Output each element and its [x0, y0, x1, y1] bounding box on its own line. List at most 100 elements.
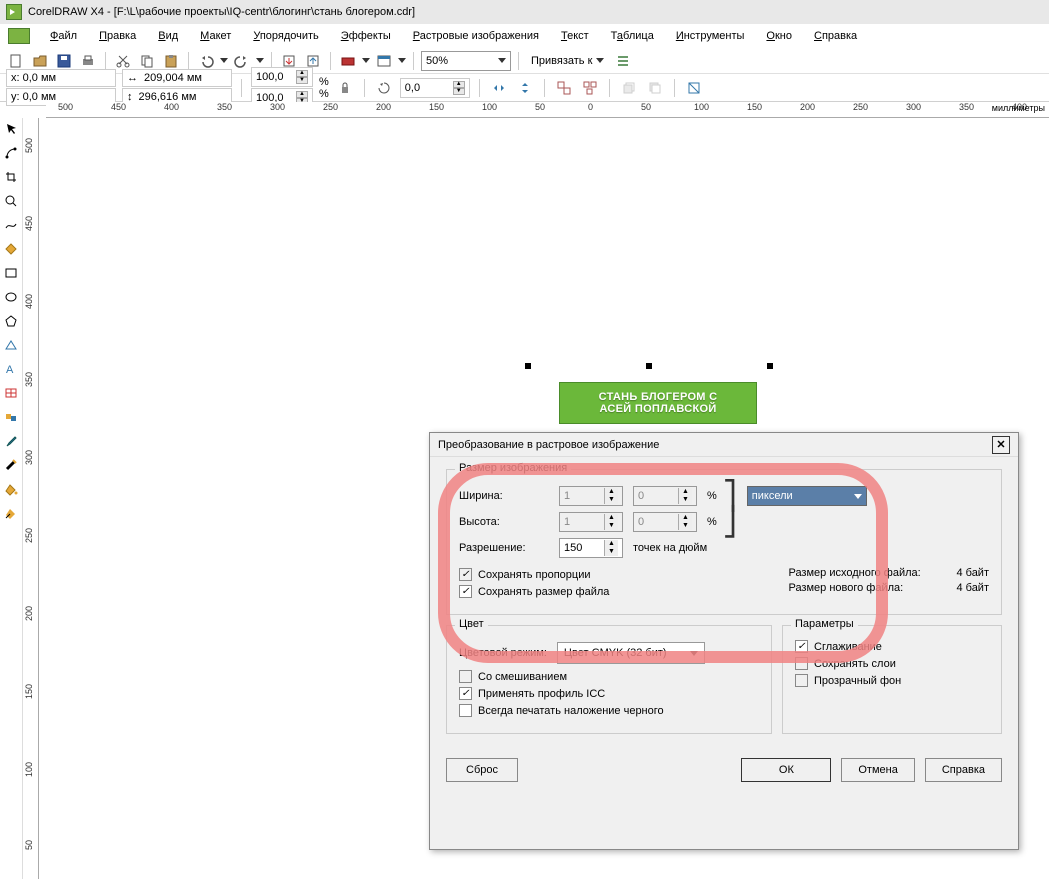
- menu-window[interactable]: Окно: [756, 27, 802, 45]
- checkbox-icon: [459, 670, 472, 683]
- checkbox-icon: [459, 704, 472, 717]
- group-legend: Размер изображения: [455, 462, 571, 474]
- x-position-field[interactable]: x: 0,0 мм: [6, 69, 116, 87]
- scale-x-field[interactable]: 100,0 ▲▼: [251, 67, 313, 87]
- cancel-button[interactable]: Отмена: [841, 758, 914, 782]
- paste-button[interactable]: [161, 51, 181, 71]
- redo-dropdown-icon[interactable]: [256, 58, 264, 63]
- fill-tool[interactable]: [2, 480, 20, 498]
- maintain-filesize-checkbox[interactable]: ✓Сохранять размер файла: [459, 585, 609, 598]
- overprint-black-checkbox[interactable]: Всегда печатать наложение черного: [459, 704, 759, 717]
- zoom-tool[interactable]: [2, 192, 20, 210]
- options-group: Параметры ✓Сглаживание Сохранять слои Пр…: [782, 625, 1002, 734]
- table-tool[interactable]: [2, 384, 20, 402]
- save-button[interactable]: [54, 51, 74, 71]
- selected-bitmap[interactable]: СТАНЬ БЛОГЕРОМ С АСЕЙ ПОПЛАВСКОЙ: [559, 382, 757, 424]
- rectangle-tool[interactable]: [2, 264, 20, 282]
- open-button[interactable]: [30, 51, 50, 71]
- spinner-icon[interactable]: ▲▼: [453, 81, 465, 95]
- basic-shapes-tool[interactable]: [2, 336, 20, 354]
- to-back-button[interactable]: [645, 78, 665, 98]
- scale-x-value: 100,0: [256, 71, 284, 83]
- welcome-button[interactable]: [374, 51, 394, 71]
- options-button[interactable]: [613, 51, 633, 71]
- outline-tool[interactable]: [2, 456, 20, 474]
- text-tool[interactable]: A: [2, 360, 20, 378]
- interactive-tool[interactable]: [2, 408, 20, 426]
- to-front-button[interactable]: [619, 78, 639, 98]
- ellipse-tool[interactable]: [2, 288, 20, 306]
- apply-icc-checkbox[interactable]: ✓Применять профиль ICC: [459, 687, 759, 700]
- shape-tool[interactable]: [2, 144, 20, 162]
- pick-tool[interactable]: [2, 120, 20, 138]
- reset-button[interactable]: Сброс: [446, 758, 518, 782]
- new-size-label: Размер нового файла:: [788, 582, 948, 594]
- dialog-titlebar: Преобразование в растровое изображение ✕: [430, 433, 1018, 457]
- maintain-layers-checkbox: Сохранять слои: [795, 657, 989, 670]
- dropdown-icon: [690, 651, 698, 656]
- polygon-tool[interactable]: [2, 312, 20, 330]
- transparent-bg-checkbox: Прозрачный фон: [795, 674, 989, 687]
- launcher-dropdown-icon[interactable]: [362, 58, 370, 63]
- copy-button[interactable]: [137, 51, 157, 71]
- welcome-dropdown-icon[interactable]: [398, 58, 406, 63]
- zoom-select[interactable]: 50%: [421, 51, 511, 71]
- undo-button[interactable]: [196, 51, 216, 71]
- menu-view[interactable]: Вид: [148, 27, 188, 45]
- width-label: Ширина:: [459, 490, 549, 502]
- mirror-v-button[interactable]: [515, 78, 535, 98]
- menu-help[interactable]: Справка: [804, 27, 867, 45]
- resize-handle[interactable]: [646, 363, 652, 369]
- ungroup-button[interactable]: [554, 78, 574, 98]
- width-field[interactable]: ↔209,004 мм: [122, 69, 232, 87]
- menu-file[interactable]: Файл: [40, 27, 87, 45]
- menu-table[interactable]: Таблица: [601, 27, 664, 45]
- menu-arrange[interactable]: Упорядочить: [243, 27, 328, 45]
- title-bar: CorelDRAW X4 - [F:\L\рабочие проекты\IQ-…: [0, 0, 1049, 24]
- new-button[interactable]: [6, 51, 26, 71]
- help-button[interactable]: Справка: [925, 758, 1002, 782]
- unit-select[interactable]: пиксели: [747, 486, 867, 506]
- orig-size-label: Размер исходного файла:: [788, 567, 948, 579]
- convert-button[interactable]: [684, 78, 704, 98]
- resize-handle[interactable]: [767, 363, 773, 369]
- resize-handle[interactable]: [525, 363, 531, 369]
- resolution-field[interactable]: ▲▼: [559, 538, 623, 558]
- checkbox-label: Применять профиль ICC: [478, 688, 605, 700]
- ok-button[interactable]: ОК: [741, 758, 831, 782]
- ungroup-all-button[interactable]: [580, 78, 600, 98]
- app-launcher-button[interactable]: [338, 51, 358, 71]
- freehand-tool[interactable]: [2, 216, 20, 234]
- spinner-icon[interactable]: ▲▼: [604, 540, 618, 556]
- dropdown-icon: [596, 58, 604, 63]
- rotation-field[interactable]: 0,0▲▼: [400, 78, 470, 98]
- rotate-icon: [374, 78, 394, 98]
- antialias-checkbox[interactable]: ✓Сглаживание: [795, 640, 989, 653]
- lock-ratio-button[interactable]: [335, 78, 355, 98]
- canvas[interactable]: 5004504003503002502001501005005010015020…: [39, 118, 1049, 879]
- percent-label: %: [707, 516, 717, 528]
- height-field: ▲▼: [559, 512, 623, 532]
- percent-label: %: [707, 490, 717, 502]
- convert-to-bitmap-dialog: Преобразование в растровое изображение ✕…: [429, 432, 1019, 850]
- menu-bitmaps[interactable]: Растровые изображения: [403, 27, 549, 45]
- menu-tools[interactable]: Инструменты: [666, 27, 755, 45]
- print-button[interactable]: [78, 51, 98, 71]
- menu-effects[interactable]: Эффекты: [331, 27, 401, 45]
- snap-select[interactable]: Привязать к: [526, 52, 609, 70]
- menu-layout[interactable]: Макет: [190, 27, 241, 45]
- redo-button[interactable]: [232, 51, 252, 71]
- undo-dropdown-icon[interactable]: [220, 58, 228, 63]
- eyedropper-tool[interactable]: [2, 432, 20, 450]
- mirror-h-button[interactable]: [489, 78, 509, 98]
- crop-tool[interactable]: [2, 168, 20, 186]
- spinner-icon[interactable]: ▲▼: [296, 70, 308, 84]
- menu-edit[interactable]: Правка: [89, 27, 146, 45]
- smart-fill-tool[interactable]: [2, 240, 20, 258]
- close-button[interactable]: ✕: [992, 436, 1010, 454]
- colormode-select[interactable]: Цвет CMYK (32 бит): [557, 642, 705, 664]
- interactive-fill-tool[interactable]: [2, 504, 20, 522]
- cut-button[interactable]: [113, 51, 133, 71]
- dropdown-icon: [498, 58, 506, 63]
- menu-text[interactable]: Текст: [551, 27, 599, 45]
